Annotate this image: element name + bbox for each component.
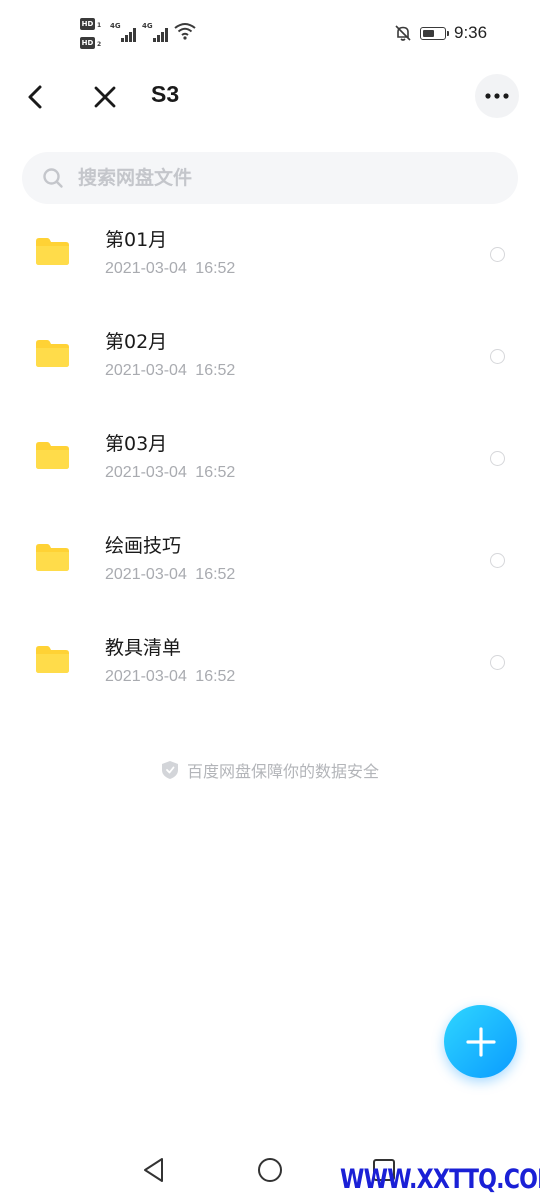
search-input[interactable] <box>78 152 478 204</box>
signal-icon-2: 4G <box>142 22 172 42</box>
security-note-text: 百度网盘保障你的数据安全 <box>186 762 379 781</box>
close-icon <box>94 86 116 108</box>
nav-back-icon[interactable] <box>142 1157 166 1183</box>
status-bar: HD 1 HD 2 4G 4G 9:36 <box>0 0 540 68</box>
security-note: 百度网盘保障你的数据安全 <box>0 758 540 782</box>
hd-badge-2: HD <box>80 37 95 49</box>
file-name: 第01月 <box>105 229 168 251</box>
watermark: WWW.XXTTQ.COM <box>340 1164 540 1195</box>
header: S3 <box>0 68 540 126</box>
shield-icon <box>161 761 178 779</box>
folder-icon <box>36 340 69 367</box>
battery-icon <box>420 27 449 40</box>
file-list: 第01月 2021-03-04 16:52 第02月 2021-03-04 16… <box>0 204 540 714</box>
select-checkbox[interactable] <box>490 451 505 466</box>
file-name: 教具清单 <box>105 637 182 659</box>
hd-sub-1: 1 <box>97 22 102 29</box>
wifi-icon <box>174 23 196 40</box>
search-icon <box>43 168 63 188</box>
file-row[interactable]: 第03月 2021-03-04 16:52 <box>0 408 540 510</box>
close-button[interactable] <box>90 82 120 112</box>
hd-badge-1: HD <box>80 18 95 30</box>
plus-icon <box>465 1026 496 1057</box>
select-checkbox[interactable] <box>490 247 505 262</box>
add-button[interactable] <box>444 1005 517 1078</box>
status-right: 9:36 <box>340 18 540 50</box>
back-button[interactable] <box>22 82 50 112</box>
folder-icon <box>36 442 69 469</box>
file-row[interactable]: 教具清单 2021-03-04 16:52 <box>0 612 540 714</box>
network-type-2: 4G <box>142 22 153 30</box>
bell-muted-icon <box>395 25 411 41</box>
hd-sub-2: 2 <box>97 41 102 48</box>
more-button[interactable] <box>475 74 519 118</box>
select-checkbox[interactable] <box>490 349 505 364</box>
folder-icon <box>36 544 69 571</box>
chevron-left-icon <box>28 85 42 109</box>
battery-level <box>423 30 435 37</box>
search-box[interactable] <box>22 152 518 204</box>
file-modified: 2021-03-04 16:52 <box>105 362 236 379</box>
file-name: 绘画技巧 <box>105 535 182 557</box>
file-row[interactable]: 第02月 2021-03-04 16:52 <box>0 306 540 408</box>
folder-icon <box>36 646 69 673</box>
select-checkbox[interactable] <box>490 553 505 568</box>
folder-icon <box>36 238 69 265</box>
signal-icon-1: 4G <box>110 22 140 42</box>
file-modified: 2021-03-04 16:52 <box>105 260 236 277</box>
file-modified: 2021-03-04 16:52 <box>105 668 236 685</box>
file-row[interactable]: 第01月 2021-03-04 16:52 <box>0 204 540 306</box>
file-modified: 2021-03-04 16:52 <box>105 566 236 583</box>
page-title: S3 <box>151 81 180 107</box>
select-checkbox[interactable] <box>490 655 505 670</box>
file-name: 第02月 <box>105 331 168 353</box>
more-horizontal-icon <box>485 93 509 99</box>
network-type-1: 4G <box>110 22 121 30</box>
file-modified: 2021-03-04 16:52 <box>105 464 236 481</box>
status-time: 9:36 <box>454 23 488 42</box>
file-row[interactable]: 绘画技巧 2021-03-04 16:52 <box>0 510 540 612</box>
file-name: 第03月 <box>105 433 168 455</box>
nav-home-icon[interactable] <box>257 1157 283 1183</box>
